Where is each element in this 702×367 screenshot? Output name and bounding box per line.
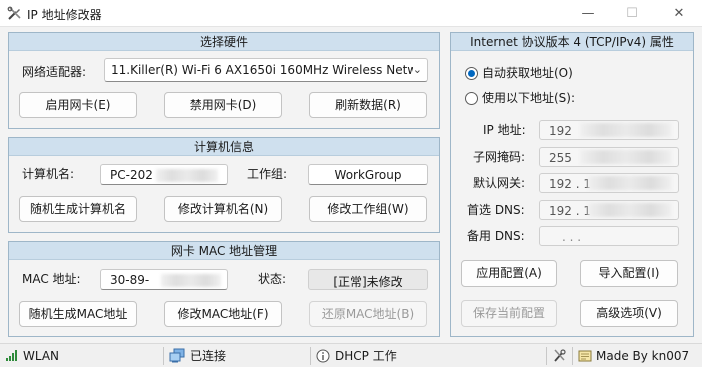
import-config-button[interactable]: 导入配置(I) <box>580 260 678 287</box>
preferred-dns-value: 192 . 1 <box>549 204 591 218</box>
adapter-select[interactable]: 11.Killer(R) Wi-Fi 6 AX1650i 160MHz Wire… <box>104 58 428 82</box>
subnet-mask-value: 255 <box>549 151 572 165</box>
manual-address-label: 使用以下地址(S): <box>482 91 576 105</box>
manual-address-radio[interactable] <box>465 92 478 105</box>
gateway-value: 192 . 1 <box>549 177 591 191</box>
redacted-blur <box>588 176 672 190</box>
modify-workgroup-button[interactable]: 修改工作组(W) <box>309 196 427 222</box>
computer-name-value: PC-202 <box>110 168 153 182</box>
workgroup-value: WorkGroup <box>334 168 402 182</box>
subnet-mask-label: 子网掩码: <box>473 150 526 164</box>
computer-name-label: 计算机名: <box>22 167 75 181</box>
connection-icon <box>169 348 185 363</box>
mac-group-title: 网卡 MAC 地址管理 <box>9 242 439 260</box>
subnet-mask-field[interactable]: 255 <box>539 147 679 167</box>
mac-address-value: 30-89- <box>110 273 150 287</box>
connection-status: 已连接 <box>190 349 227 363</box>
ip-address-label: IP 地址: <box>483 123 526 137</box>
enable-adapter-button[interactable]: 启用网卡(E) <box>19 92 137 118</box>
minimize-button[interactable]: — <box>565 0 611 27</box>
gateway-label: 默认网关: <box>473 176 526 190</box>
save-config-button[interactable]: 保存当前配置 <box>461 300 557 327</box>
status-separator <box>310 347 311 365</box>
mac-address-label: MAC 地址: <box>22 272 81 286</box>
ip-address-value: 192 <box>549 124 572 138</box>
status-separator <box>163 347 164 365</box>
close-button[interactable]: ✕ <box>656 0 702 27</box>
advanced-options-button[interactable]: 高级选项(V) <box>580 300 678 327</box>
random-mac-button[interactable]: 随机生成MAC地址 <box>19 301 137 327</box>
auto-address-radio[interactable] <box>465 67 478 80</box>
workgroup-label: 工作组: <box>247 167 288 181</box>
computer-group-title: 计算机信息 <box>9 138 439 156</box>
status-separator <box>572 347 573 365</box>
ip-address-field[interactable]: 192 <box>539 120 679 140</box>
auto-address-label: 自动获取地址(O) <box>482 66 573 80</box>
mac-address-field[interactable]: 30-89- <box>100 269 228 290</box>
gateway-field[interactable]: 192 . 1 <box>539 173 679 193</box>
tools-icon <box>554 349 566 362</box>
hardware-group-title: 选择硬件 <box>9 33 439 51</box>
alternate-dns-label: 备用 DNS: <box>467 229 525 243</box>
info-icon <box>316 349 330 363</box>
refresh-button[interactable]: 刷新数据(R) <box>309 92 427 118</box>
chevron-down-icon: ⌄ <box>412 63 422 76</box>
hardware-group: 选择硬件 网络适配器: 11.Killer(R) Wi-Fi 6 AX1650i… <box>8 32 440 129</box>
network-name: WLAN <box>23 349 60 363</box>
redacted-blur <box>580 150 672 164</box>
mac-status-value: [正常]未修改 <box>308 269 428 290</box>
preferred-dns-field[interactable]: 192 . 1 <box>539 200 679 220</box>
credit-text: Made By kn007 <box>596 349 690 363</box>
preferred-dns-label: 首选 DNS: <box>467 203 525 217</box>
workgroup-field[interactable]: WorkGroup <box>308 164 428 185</box>
ipv4-group-title: Internet 协议版本 4 (TCP/IPv4) 属性 <box>451 33 693 51</box>
adapter-select-value: 11.Killer(R) Wi-Fi 6 AX1650i 160MHz Wire… <box>111 63 418 77</box>
disable-adapter-button[interactable]: 禁用网卡(D) <box>164 92 282 118</box>
mac-group: 网卡 MAC 地址管理 MAC 地址: 30-89- 状态: [正常]未修改 随… <box>8 241 440 337</box>
computer-name-field[interactable]: PC-202 <box>100 164 228 185</box>
computer-group: 计算机信息 计算机名: PC-202 工作组: WorkGroup 随机生成计算… <box>8 137 440 233</box>
status-bar: WLAN 已连接 DHCP 工作 Made By kn007 <box>0 343 702 367</box>
redacted-blur <box>588 203 672 217</box>
redacted-blur <box>161 274 221 287</box>
maximize-button[interactable]: ☐ <box>609 0 655 27</box>
note-icon <box>578 350 592 362</box>
modify-mac-button[interactable]: 修改MAC地址(F) <box>164 301 282 327</box>
dhcp-status: DHCP 工作 <box>335 349 397 363</box>
title-bar: IP 地址修改器 — ☐ ✕ <box>0 0 702 27</box>
alternate-dns-field[interactable]: . . . <box>539 226 679 246</box>
tools-icon <box>7 6 21 20</box>
random-computer-name-button[interactable]: 随机生成计算机名 <box>19 196 137 222</box>
redacted-blur <box>580 123 672 137</box>
status-separator <box>546 347 547 365</box>
redacted-blur <box>156 169 218 182</box>
mac-status-label: 状态: <box>258 272 287 286</box>
modify-computer-name-button[interactable]: 修改计算机名(N) <box>164 196 282 222</box>
adapter-label: 网络适配器: <box>22 65 87 79</box>
ipv4-group: Internet 协议版本 4 (TCP/IPv4) 属性 自动获取地址(O) … <box>450 32 694 337</box>
window-title: IP 地址修改器 <box>27 8 102 22</box>
restore-mac-button[interactable]: 还原MAC地址(B) <box>309 301 427 327</box>
network-signal-icon <box>6 350 17 361</box>
apply-config-button[interactable]: 应用配置(A) <box>461 260 557 287</box>
